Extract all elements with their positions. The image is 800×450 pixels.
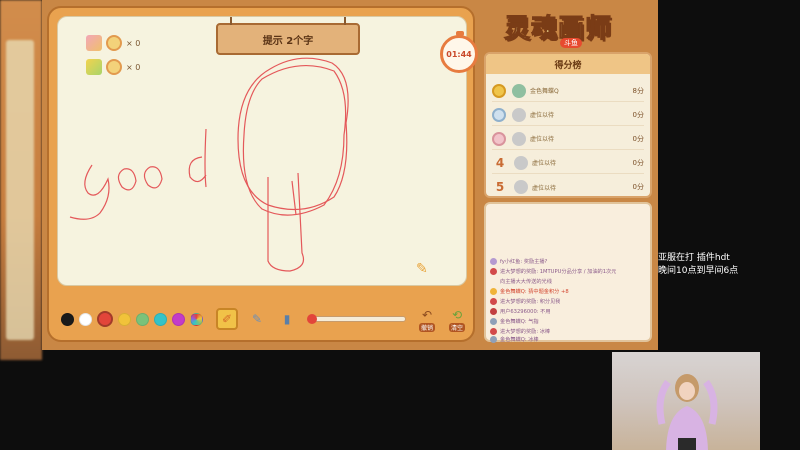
leaderboard: 得分榜 金色舞蝶Q 8分 虚位以待 0分 虚位以待 0分 4 虚位以待 0分 5… <box>484 52 652 198</box>
player-name: 虚位以待 <box>532 160 557 167</box>
chat-message: 金色舞蝶Q: 猜中题金积分 +8 <box>490 286 650 296</box>
eraser-tool[interactable]: ✎ <box>246 308 268 330</box>
color-palette[interactable] <box>190 312 203 326</box>
background-blur <box>0 0 42 360</box>
color-black[interactable] <box>61 312 74 326</box>
bronze-medal-icon <box>492 131 506 146</box>
bucket-icon: ▮ <box>283 312 291 326</box>
slider-handle[interactable] <box>307 314 317 324</box>
undo-label: 撤销 <box>418 322 435 332</box>
player-score: 0分 <box>632 134 644 143</box>
drawing-canvas[interactable]: × 0 × 0 提示 2个字 01:44 ✎ <box>57 16 478 286</box>
drawing-toolbar: ✐ ✎ ▮ ↶ 撤销 ⟲ 清空 <box>57 304 467 334</box>
avatar <box>106 59 122 75</box>
prop-count: × 0 <box>126 62 141 72</box>
avatar <box>512 131 526 146</box>
leaderboard-row: 虚位以待 0分 <box>492 104 644 126</box>
avatar <box>490 267 497 275</box>
chat-message: 进大梦想的奖励: 1MTUPU分品分享 / 加油的1次元 <box>490 266 650 276</box>
game-logo: 灵魂画师 斗鱼 <box>503 4 634 48</box>
avatar <box>512 107 526 122</box>
avatar <box>512 83 526 98</box>
chat-message: 向主播大大传送的光线 <box>490 276 650 286</box>
prop-flower[interactable]: × 0 <box>86 33 140 53</box>
clear-label: 清空 <box>448 322 465 332</box>
undo-button[interactable]: ↶ 撤销 <box>418 307 436 332</box>
chat-message: 进大梦想的奖励: 积分见我 <box>490 296 650 306</box>
rank-number: 5 <box>495 180 505 194</box>
color-purple[interactable] <box>172 312 185 326</box>
prop-egg[interactable]: × 0 <box>86 57 140 77</box>
stream-frame: × 0 × 0 提示 2个字 01:44 ✎ ✐ ✎ ▮ ↶ 撤销 ⟲ 清空 灵… <box>0 0 800 450</box>
player-name: 虚位以待 <box>530 136 555 143</box>
undo-icon: ↶ <box>421 307 433 322</box>
egg-icon <box>86 59 102 75</box>
chat-message: 金色舞蝶Q: 冰棒 <box>490 334 650 344</box>
player-score: 8分 <box>632 86 644 95</box>
stream-overlay-text: 亚服在打 插件hdt 晚间10点到早间6点 <box>658 252 738 278</box>
overlay-line: 晚间10点到早间6点 <box>658 266 739 276</box>
eraser-icon: ✎ <box>251 312 263 326</box>
timer: 01:44 <box>440 31 478 73</box>
color-white[interactable] <box>79 312 92 326</box>
color-yellow[interactable] <box>118 312 131 326</box>
logo-sub: 斗鱼 <box>560 38 582 48</box>
overlay-line: 亚服在打 插件hdt <box>658 253 730 263</box>
chat-message: fy小红鱼: 奖励主播? <box>490 256 650 266</box>
chat-panel: fy小红鱼: 奖励主播? 进大梦想的奖励: 1MTUPU分品分享 / 加油的1次… <box>484 202 652 344</box>
brush-icon: ✐ <box>221 312 233 326</box>
brush-size-slider[interactable] <box>307 314 406 324</box>
right-panel: 灵魂画师 斗鱼 得分榜 金色舞蝶Q 8分 虚位以待 0分 虚位以待 0分 4 虚… <box>482 4 654 344</box>
leaderboard-row: 4 虚位以待 0分 <box>492 152 644 174</box>
color-red[interactable] <box>97 311 113 327</box>
pencil-icon: ✎ <box>416 261 428 277</box>
leaderboard-row: 虚位以待 0分 <box>492 128 644 150</box>
silver-medal-icon <box>492 107 506 122</box>
leaderboard-row: 金色舞蝶Q 8分 <box>492 80 644 102</box>
clear-icon: ⟲ <box>451 307 463 322</box>
chat-message: 用户63296000: 不用 <box>490 306 650 316</box>
streamer-image <box>656 374 718 450</box>
player-score: 0分 <box>632 110 644 119</box>
webcam-feed <box>612 352 760 450</box>
color-cyan[interactable] <box>154 312 167 326</box>
avatar <box>490 335 497 343</box>
player-score: 0分 <box>632 158 644 167</box>
clear-button[interactable]: ⟲ 清空 <box>448 307 466 332</box>
color-green[interactable] <box>136 312 149 326</box>
avatar <box>106 35 122 51</box>
avatar <box>490 307 497 315</box>
player-score: 0分 <box>632 183 644 191</box>
player-name: 虚位以待 <box>530 112 555 119</box>
avatar <box>490 317 497 325</box>
prop-count: × 0 <box>126 38 141 48</box>
avatar <box>490 297 497 305</box>
player-name: 金色舞蝶Q <box>530 88 559 95</box>
chat-message: 金色舞蝶Q: 气指 <box>490 316 650 326</box>
avatar <box>514 155 528 170</box>
flower-icon <box>86 35 102 51</box>
logo-title: 灵魂画师 <box>503 14 613 45</box>
avatar <box>514 180 528 194</box>
player-name: 虚位以待 <box>532 184 557 192</box>
avatar <box>490 278 497 285</box>
game-window: × 0 × 0 提示 2个字 01:44 ✎ ✐ ✎ ▮ ↶ 撤销 ⟲ 清空 灵… <box>42 0 658 350</box>
avatar <box>490 287 497 295</box>
avatar <box>490 257 497 265</box>
leaderboard-row: 5 虚位以待 0分 <box>492 176 644 198</box>
gold-medal-icon <box>492 83 506 98</box>
leaderboard-title: 得分榜 <box>486 54 650 74</box>
bucket-tool[interactable]: ▮ <box>276 308 298 330</box>
brush-tool[interactable]: ✐ <box>216 308 238 330</box>
hint-sign: 提示 2个字 <box>216 17 360 55</box>
props-panel: × 0 × 0 <box>86 33 140 81</box>
rank-number: 4 <box>495 155 505 170</box>
drawing-board: × 0 × 0 提示 2个字 01:44 ✎ ✐ ✎ ▮ ↶ 撤销 ⟲ 清空 <box>47 6 478 342</box>
